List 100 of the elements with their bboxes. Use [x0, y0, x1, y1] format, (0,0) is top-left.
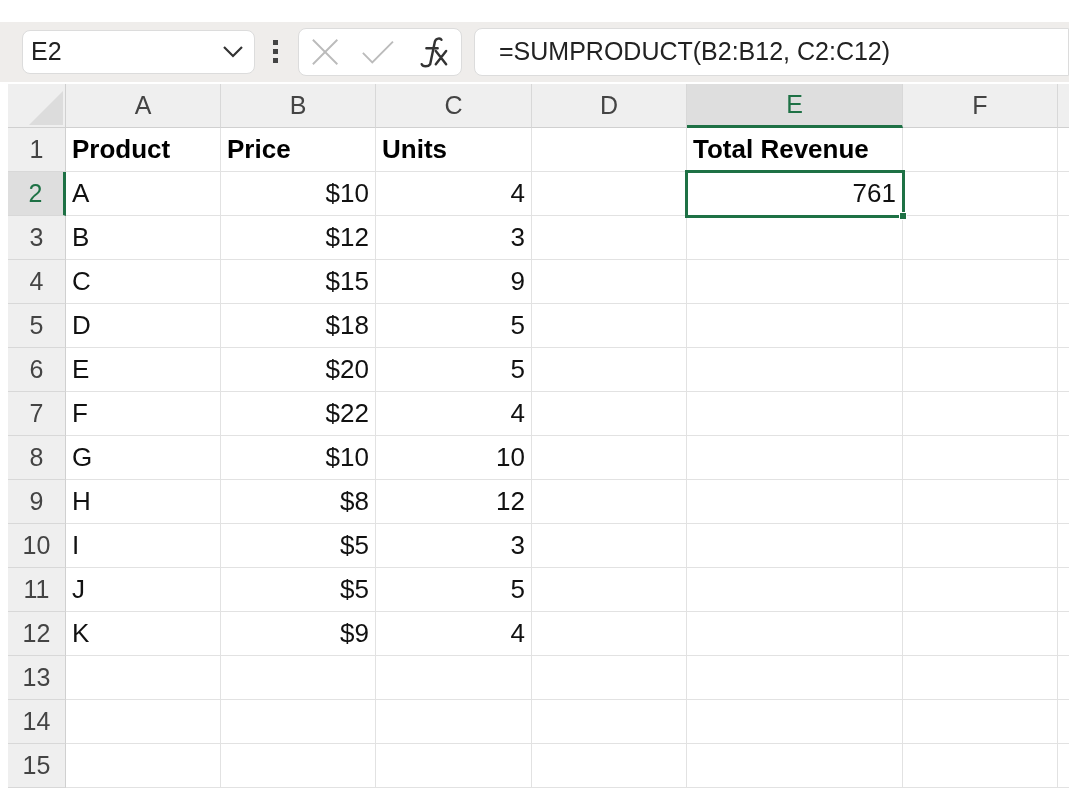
empty-cell[interactable]: [903, 480, 1058, 524]
table-cell[interactable]: I: [66, 524, 221, 568]
empty-cell[interactable]: [687, 744, 903, 788]
empty-cell[interactable]: [903, 128, 1058, 172]
row-header[interactable]: 10: [8, 524, 66, 568]
empty-cell[interactable]: [903, 260, 1058, 304]
row-header[interactable]: 1: [8, 128, 66, 172]
empty-cell[interactable]: [903, 700, 1058, 744]
empty-cell[interactable]: [903, 524, 1058, 568]
empty-cell[interactable]: [532, 612, 687, 656]
empty-cell[interactable]: [532, 700, 687, 744]
cancel-icon[interactable]: [311, 37, 340, 67]
column-header[interactable]: C: [376, 84, 532, 128]
row-header[interactable]: 14: [8, 700, 66, 744]
table-cell[interactable]: B: [66, 216, 221, 260]
table-cell[interactable]: $10: [221, 172, 376, 216]
table-cell[interactable]: 9: [376, 260, 532, 304]
empty-cell[interactable]: [903, 348, 1058, 392]
empty-cell[interactable]: [532, 744, 687, 788]
empty-cell[interactable]: [903, 656, 1058, 700]
empty-cell[interactable]: [687, 260, 903, 304]
empty-cell[interactable]: [687, 436, 903, 480]
empty-cell[interactable]: [376, 700, 532, 744]
more-options-icon[interactable]: [273, 40, 279, 64]
table-cell[interactable]: $12: [221, 216, 376, 260]
table-cell[interactable]: $22: [221, 392, 376, 436]
empty-cell[interactable]: [687, 524, 903, 568]
empty-cell[interactable]: [221, 656, 376, 700]
row-header[interactable]: 9: [8, 480, 66, 524]
row-header[interactable]: 3: [8, 216, 66, 260]
empty-cell[interactable]: [903, 392, 1058, 436]
table-cell[interactable]: D: [66, 304, 221, 348]
row-header[interactable]: 12: [8, 612, 66, 656]
table-cell[interactable]: Price: [221, 128, 376, 172]
table-cell[interactable]: $5: [221, 524, 376, 568]
table-cell[interactable]: 12: [376, 480, 532, 524]
empty-cell[interactable]: [532, 260, 687, 304]
formula-bar[interactable]: =SUMPRODUCT(B2:B12, C2:C12): [474, 28, 1069, 76]
empty-cell[interactable]: [903, 436, 1058, 480]
column-header[interactable]: A: [66, 84, 221, 128]
table-cell[interactable]: Total Revenue: [687, 128, 903, 172]
empty-cell[interactable]: [376, 656, 532, 700]
row-header[interactable]: 15: [8, 744, 66, 788]
table-cell[interactable]: 10: [376, 436, 532, 480]
empty-cell[interactable]: [532, 524, 687, 568]
table-cell[interactable]: Units: [376, 128, 532, 172]
column-header[interactable]: E: [687, 84, 903, 128]
table-cell[interactable]: J: [66, 568, 221, 612]
row-header[interactable]: 13: [8, 656, 66, 700]
select-all-corner[interactable]: [8, 84, 66, 128]
table-cell[interactable]: $9: [221, 612, 376, 656]
empty-cell[interactable]: [687, 568, 903, 612]
empty-cell[interactable]: [687, 392, 903, 436]
empty-cell[interactable]: [376, 744, 532, 788]
row-header[interactable]: 2: [8, 172, 66, 216]
empty-cell[interactable]: [687, 612, 903, 656]
table-cell[interactable]: $10: [221, 436, 376, 480]
table-cell[interactable]: 761: [687, 172, 903, 216]
table-cell[interactable]: 5: [376, 568, 532, 612]
table-cell[interactable]: 3: [376, 524, 532, 568]
row-header[interactable]: 8: [8, 436, 66, 480]
table-cell[interactable]: G: [66, 436, 221, 480]
table-cell[interactable]: H: [66, 480, 221, 524]
empty-cell[interactable]: [903, 744, 1058, 788]
table-cell[interactable]: 3: [376, 216, 532, 260]
empty-cell[interactable]: [532, 480, 687, 524]
empty-cell[interactable]: [221, 700, 376, 744]
table-cell[interactable]: $8: [221, 480, 376, 524]
row-header[interactable]: 4: [8, 260, 66, 304]
table-cell[interactable]: $5: [221, 568, 376, 612]
empty-cell[interactable]: [687, 480, 903, 524]
row-header[interactable]: 5: [8, 304, 66, 348]
empty-cell[interactable]: [532, 304, 687, 348]
empty-cell[interactable]: [687, 348, 903, 392]
chevron-down-icon[interactable]: [222, 45, 244, 59]
empty-cell[interactable]: [532, 656, 687, 700]
row-header[interactable]: 6: [8, 348, 66, 392]
empty-cell[interactable]: [903, 304, 1058, 348]
table-cell[interactable]: F: [66, 392, 221, 436]
empty-cell[interactable]: [532, 392, 687, 436]
empty-cell[interactable]: [903, 568, 1058, 612]
empty-cell[interactable]: [687, 700, 903, 744]
table-cell[interactable]: E: [66, 348, 221, 392]
table-cell[interactable]: Product: [66, 128, 221, 172]
empty-cell[interactable]: [532, 216, 687, 260]
table-cell[interactable]: $18: [221, 304, 376, 348]
fill-handle[interactable]: [899, 212, 907, 220]
table-cell[interactable]: 4: [376, 392, 532, 436]
table-cell[interactable]: $20: [221, 348, 376, 392]
empty-cell[interactable]: [532, 128, 687, 172]
empty-cell[interactable]: [687, 656, 903, 700]
empty-cell[interactable]: [532, 436, 687, 480]
column-header[interactable]: B: [221, 84, 376, 128]
row-header[interactable]: 7: [8, 392, 66, 436]
name-box[interactable]: E2: [22, 30, 255, 74]
empty-cell[interactable]: [903, 216, 1058, 260]
table-cell[interactable]: 4: [376, 172, 532, 216]
table-cell[interactable]: 5: [376, 348, 532, 392]
table-cell[interactable]: $15: [221, 260, 376, 304]
column-header[interactable]: D: [532, 84, 687, 128]
